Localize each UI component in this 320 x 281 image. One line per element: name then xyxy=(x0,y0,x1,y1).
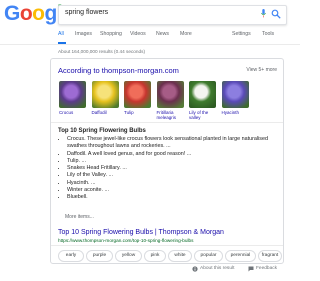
more-items-link[interactable]: More items... xyxy=(65,214,94,220)
refinement-chip[interactable]: yellow xyxy=(115,250,142,262)
thumbnail-image[interactable] xyxy=(59,81,86,108)
list-item: Winter aconite. ... xyxy=(67,187,277,194)
refinement-chip[interactable]: white xyxy=(168,250,192,262)
thumbnail-image[interactable] xyxy=(189,81,216,108)
tab-more[interactable]: More xyxy=(180,31,192,37)
thumbnail-label[interactable]: Tulip xyxy=(124,110,154,115)
tab-tools[interactable]: Tools xyxy=(262,31,274,37)
list-item: Lily of the Valley. ... xyxy=(67,172,277,179)
search-query-text[interactable]: spring flowers xyxy=(65,9,108,16)
thumbnail-image[interactable] xyxy=(156,81,184,108)
view-more-link[interactable]: View 5+ more xyxy=(246,67,277,73)
tab-settings[interactable]: Settings xyxy=(232,31,251,37)
result-link-url[interactable]: https://www.thompson-morgan.com/top-10-s… xyxy=(58,238,193,243)
tab-news[interactable]: News xyxy=(156,31,169,37)
search-icon[interactable] xyxy=(271,9,281,19)
search-tabs: All Images Shopping Videos News More Set… xyxy=(0,28,300,44)
card-divider xyxy=(51,245,283,246)
logo-letter: G xyxy=(4,2,20,25)
list-item: Daffodil. A well loved genus, and for go… xyxy=(67,151,277,158)
search-input[interactable]: spring flowers xyxy=(58,5,287,25)
result-stats: About 164,000,000 results (0.44 seconds) xyxy=(58,49,146,54)
result-link-title[interactable]: Top 10 Spring Flowering Bulbs | Thompson… xyxy=(58,229,224,236)
list-item: Hyacinth. ... xyxy=(67,180,277,187)
microphone-icon[interactable] xyxy=(261,9,266,18)
refinement-chip[interactable]: fragrant xyxy=(258,250,282,262)
refinement-chip[interactable]: perennial xyxy=(225,250,256,262)
logo-letter: g xyxy=(44,2,58,25)
thumbnail-label[interactable]: Lily of the valley xyxy=(189,110,219,120)
refinement-chip[interactable]: early xyxy=(58,250,84,262)
featured-snippet-card: According to thompson-morgan.com View 5+… xyxy=(50,58,284,264)
tab-images[interactable]: Images xyxy=(75,31,92,37)
about-result-link[interactable]: About this result xyxy=(200,266,234,271)
thumbnail-image[interactable] xyxy=(124,81,151,108)
tabs-divider xyxy=(0,44,300,45)
refinement-chip[interactable]: purple xyxy=(86,250,113,262)
tab-shopping[interactable]: Shopping xyxy=(100,31,122,37)
feedback-icon[interactable] xyxy=(248,266,254,272)
refinement-chip[interactable]: pink xyxy=(144,250,166,262)
tab-videos[interactable]: Videos xyxy=(130,31,146,37)
list-heading: Top 10 Spring Flowering Bulbs xyxy=(58,128,146,134)
bullet-list: Crocus. These jewel-like crocus flowers … xyxy=(59,136,277,202)
thumbnail-image[interactable] xyxy=(221,81,249,108)
tab-all[interactable]: All xyxy=(58,31,64,37)
list-item: Tulip. ... xyxy=(67,158,277,165)
thumbnail-image[interactable] xyxy=(91,81,119,108)
info-icon[interactable] xyxy=(192,266,198,272)
refinement-chip[interactable]: popular xyxy=(194,250,223,262)
list-item: Snakes Head Fritillary. ... xyxy=(67,165,277,172)
thumbnail-label[interactable]: Crocus xyxy=(59,110,89,115)
list-item: Crocus. These jewel-like crocus flowers … xyxy=(67,136,277,151)
list-item: Bluebell. xyxy=(67,194,277,201)
thumbnail-label[interactable]: Hyacinth xyxy=(222,110,252,115)
thumbnail-label[interactable]: Fritillaria meleagris xyxy=(157,110,187,120)
card-source-title[interactable]: According to thompson-morgan.com xyxy=(58,66,179,75)
logo-letter: o xyxy=(19,2,33,25)
logo-letter: o xyxy=(32,2,45,25)
card-divider xyxy=(51,122,283,123)
header: Google spring flowers All Images Shoppin… xyxy=(0,0,300,44)
thumbnail-label[interactable]: Daffodil xyxy=(92,110,122,115)
feedback-link[interactable]: Feedback xyxy=(256,266,277,271)
